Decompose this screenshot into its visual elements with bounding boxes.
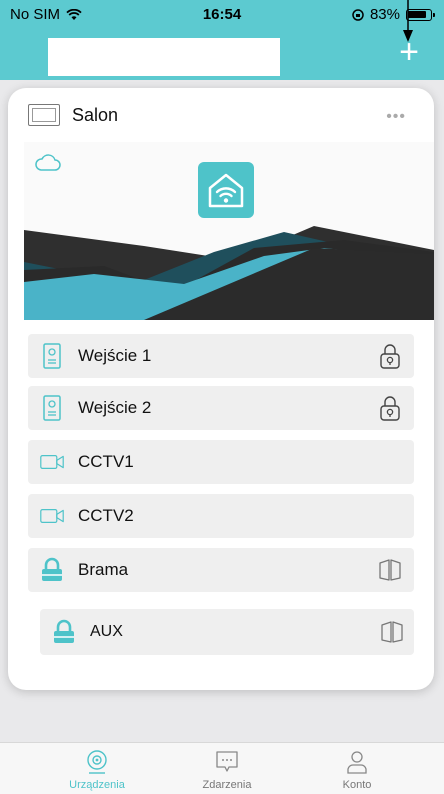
tab-bar: Urządzenia Zdarzenia Konto bbox=[0, 742, 444, 794]
tab-label: Konto bbox=[342, 779, 372, 791]
device-icon bbox=[87, 750, 107, 774]
camera-icon bbox=[40, 448, 64, 476]
list-item-label: Brama bbox=[78, 560, 129, 579]
gate-icon[interactable] bbox=[378, 557, 402, 583]
tab-label: Urządzenia bbox=[69, 779, 125, 791]
battery-percent: 83% bbox=[369, 6, 400, 23]
nav-title-field bbox=[48, 38, 280, 76]
list-item-label: CCTV2 bbox=[78, 506, 134, 525]
device-banner bbox=[24, 142, 434, 320]
list-item-aux[interactable]: AUX bbox=[40, 609, 414, 655]
message-icon bbox=[216, 751, 238, 772]
cloud-icon bbox=[35, 154, 61, 171]
tab-urzadzenia[interactable]: Urządzenia bbox=[42, 749, 152, 791]
list-item-wejscie-1[interactable]: Wejście 1 bbox=[28, 334, 414, 378]
tab-konto[interactable]: Konto bbox=[302, 749, 412, 791]
smart-home-icon bbox=[198, 162, 254, 218]
intercom-panel-icon bbox=[40, 394, 64, 422]
tab-zdarzenia[interactable]: Zdarzenia bbox=[172, 749, 282, 791]
list-item-brama[interactable]: Brama bbox=[28, 548, 414, 592]
lock-icon[interactable] bbox=[378, 395, 402, 421]
list-item-cctv1[interactable]: CCTV1 bbox=[28, 440, 414, 484]
gate-icon[interactable] bbox=[378, 619, 403, 645]
orientation-lock-icon bbox=[352, 8, 364, 21]
device-name: Salon bbox=[72, 104, 119, 125]
tab-label: Zdarzenia bbox=[202, 779, 252, 791]
card-header: Salon bbox=[28, 104, 118, 126]
device-card: Salon ••• Wejście 1 Wejście 2 CCTV1 CCTV… bbox=[8, 88, 434, 690]
landscape-illustration bbox=[24, 226, 434, 320]
user-icon bbox=[347, 751, 367, 774]
intercom-panel-icon bbox=[40, 342, 64, 370]
list-item-label: AUX bbox=[90, 623, 123, 640]
list-item-label: Wejście 2 bbox=[78, 398, 152, 417]
monitor-icon bbox=[28, 104, 60, 126]
padlock-icon bbox=[52, 618, 76, 646]
list-item-label: CCTV1 bbox=[78, 452, 134, 471]
camera-icon bbox=[40, 502, 64, 530]
list-item-wejscie-2[interactable]: Wejście 2 bbox=[28, 386, 414, 430]
padlock-icon bbox=[40, 556, 64, 584]
list-item-label: Wejście 1 bbox=[78, 346, 152, 365]
more-options-button[interactable]: ••• bbox=[386, 108, 406, 126]
lock-icon[interactable] bbox=[378, 343, 402, 369]
add-device-button[interactable]: + bbox=[392, 35, 426, 70]
status-bar: No SIM 16:54 83% bbox=[0, 0, 444, 28]
status-right: 83% bbox=[352, 6, 435, 23]
list-item-cctv2[interactable]: CCTV2 bbox=[28, 494, 414, 538]
app-header: No SIM 16:54 83% + bbox=[0, 0, 444, 80]
